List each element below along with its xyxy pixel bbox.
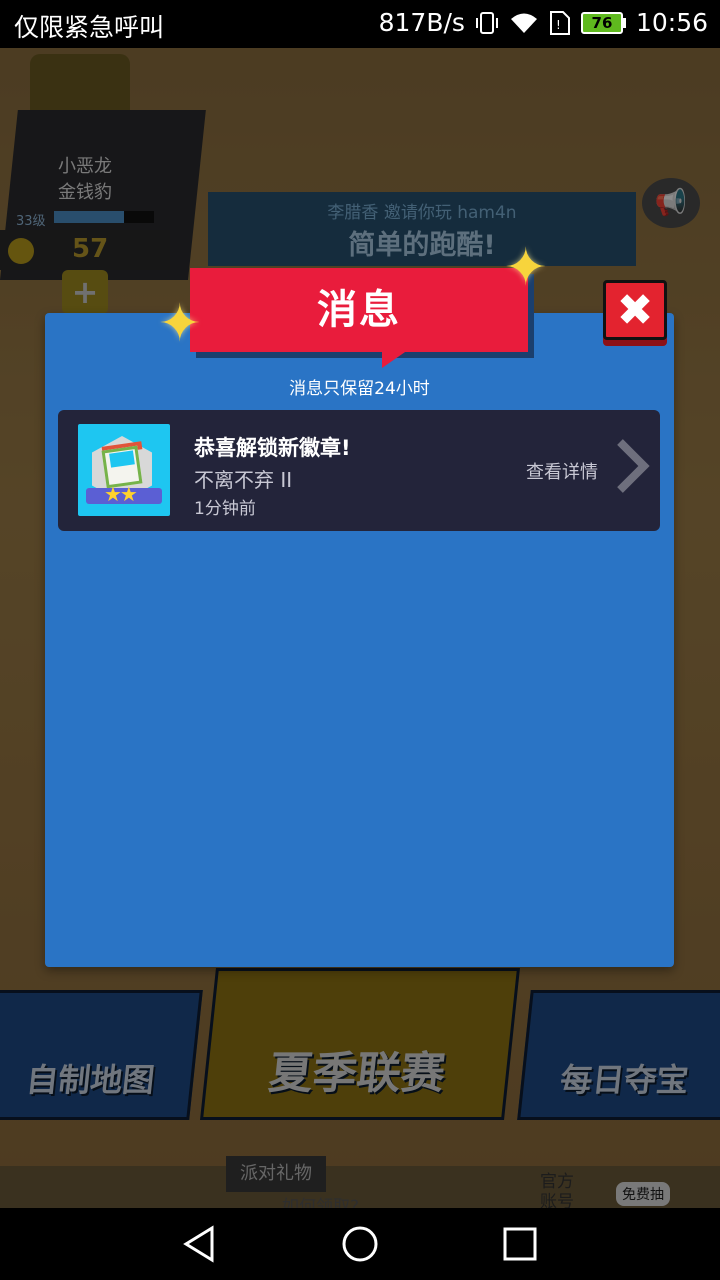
chevron-right-icon[interactable] bbox=[614, 438, 650, 494]
status-right: 817B/s ! 76 10:56 bbox=[379, 8, 708, 37]
sim-card-icon: ! bbox=[549, 10, 570, 35]
ribbon-tail bbox=[382, 350, 408, 368]
back-icon[interactable] bbox=[180, 1224, 220, 1264]
badge-thumbnail-icon: ★★ bbox=[78, 424, 170, 516]
home-icon[interactable] bbox=[340, 1224, 380, 1264]
message-time: 1分钟前 bbox=[194, 499, 256, 519]
status-bar: 仅限紧急呼叫 817B/s ! 76 10:56 bbox=[0, 0, 720, 48]
battery-level: 76 bbox=[580, 11, 623, 34]
sparkle-icon: ✦ bbox=[158, 294, 202, 354]
star-icon: ★★ bbox=[104, 482, 138, 506]
recent-apps-icon[interactable] bbox=[500, 1224, 540, 1264]
network-speed: 817B/s bbox=[378, 8, 465, 37]
dialog-subtitle: 消息只保留24小时 bbox=[289, 379, 430, 399]
navigation-bar bbox=[0, 1208, 720, 1280]
dialog-title: 消息 bbox=[317, 287, 401, 333]
wifi-icon bbox=[510, 13, 537, 33]
message-item[interactable]: ★★ 恭喜解锁新徽章! 不离不弃 II 1分钟前 查看详情 bbox=[58, 410, 660, 531]
battery-icon: 76 bbox=[580, 11, 626, 34]
close-button[interactable]: ✖ bbox=[603, 280, 667, 340]
carrier-text: 仅限紧急呼叫 bbox=[14, 13, 165, 42]
sparkle-icon: ✦ bbox=[504, 238, 548, 298]
vibrate-icon bbox=[475, 11, 498, 34]
svg-text:!: ! bbox=[556, 18, 561, 32]
message-title: 恭喜解锁新徽章! bbox=[194, 436, 351, 460]
clock: 10:56 bbox=[635, 8, 708, 37]
view-details-link[interactable]: 查看详情 bbox=[526, 458, 598, 484]
message-subtitle: 不离不弃 II bbox=[194, 468, 293, 492]
